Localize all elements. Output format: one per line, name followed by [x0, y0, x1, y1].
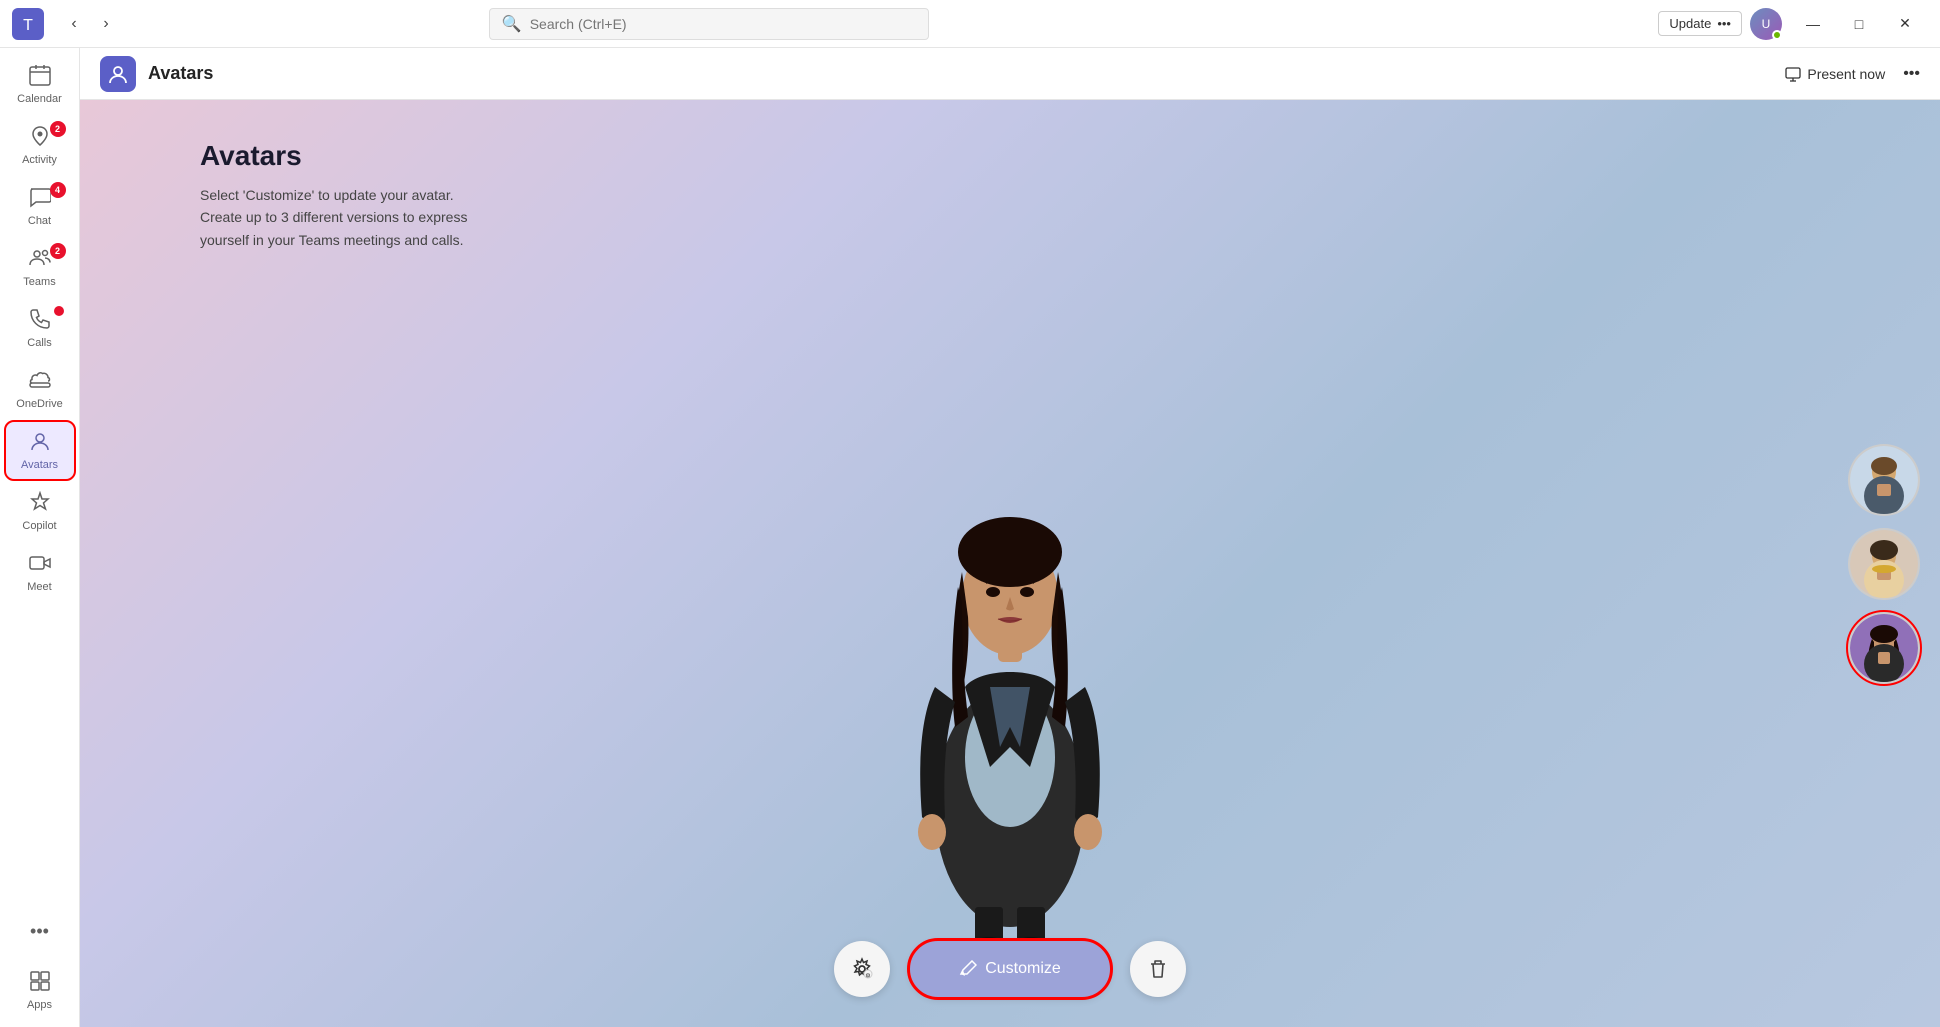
- sidebar-item-meet[interactable]: Meet: [6, 544, 74, 601]
- settings-icon: ⚙: [850, 957, 874, 981]
- avatar-info: Avatars Select 'Customize' to update you…: [200, 140, 467, 251]
- user-avatar[interactable]: U: [1750, 8, 1782, 40]
- avatar-description: Select 'Customize' to update your avatar…: [200, 184, 467, 251]
- chat-badge: 4: [50, 182, 66, 198]
- avatar-variant-2[interactable]: [1848, 528, 1920, 600]
- present-icon: [1785, 66, 1801, 82]
- sidebar-item-calendar[interactable]: Calendar: [6, 56, 74, 113]
- back-button[interactable]: ‹: [60, 10, 88, 38]
- calls-badge: [54, 306, 64, 316]
- teams-badge: 2: [50, 243, 66, 259]
- maximize-button[interactable]: □: [1836, 8, 1882, 40]
- title-bar: T ‹ › 🔍 Update ••• U — □ ✕: [0, 0, 1940, 48]
- sidebar-label-copilot: Copilot: [22, 520, 56, 532]
- sidebar-item-more[interactable]: •••: [6, 905, 74, 958]
- minimize-button[interactable]: —: [1790, 8, 1836, 40]
- delete-button[interactable]: [1130, 941, 1186, 997]
- sidebar-item-avatars[interactable]: Avatars: [6, 422, 74, 479]
- sidebar-label-onedrive: OneDrive: [16, 398, 62, 410]
- sidebar-item-calls[interactable]: Calls: [6, 300, 74, 357]
- nav-buttons: ‹ ›: [60, 10, 120, 38]
- header-right: Present now •••: [1775, 60, 1920, 88]
- sidebar-label-activity: Activity: [22, 154, 57, 166]
- avatar-controls: ⚙ Customize: [834, 941, 1186, 997]
- title-bar-actions: Update ••• U — □ ✕: [1658, 8, 1928, 40]
- teams-icon: [29, 247, 51, 273]
- sidebar-label-meet: Meet: [27, 581, 51, 593]
- sidebar-item-teams[interactable]: 2 Teams: [6, 239, 74, 296]
- avatar-section-title: Avatars: [200, 140, 467, 172]
- pencil-icon: [959, 960, 977, 978]
- user-status-indicator: [1772, 30, 1782, 40]
- page-title: Avatars: [148, 63, 213, 84]
- content-header: Avatars Present now •••: [80, 48, 1940, 100]
- copilot-icon: [29, 491, 51, 517]
- avatar-figure: [880, 387, 1140, 947]
- activity-icon: [29, 125, 51, 151]
- sidebar-label-apps: Apps: [27, 999, 52, 1011]
- update-label: Update: [1669, 16, 1711, 31]
- svg-text:⚙: ⚙: [865, 973, 870, 980]
- avatar-variant-1[interactable]: [1848, 444, 1920, 516]
- delete-icon: [1147, 958, 1169, 980]
- search-icon: 🔍: [502, 14, 522, 34]
- svg-text:T: T: [23, 17, 33, 34]
- window-controls: — □ ✕: [1790, 8, 1928, 40]
- update-more: •••: [1717, 16, 1731, 31]
- more-icon: •••: [22, 913, 57, 950]
- customize-button[interactable]: Customize: [910, 941, 1110, 997]
- customize-label: Customize: [985, 960, 1061, 978]
- sidebar-item-activity[interactable]: 2 Activity: [6, 117, 74, 174]
- sidebar-item-copilot[interactable]: Copilot: [6, 483, 74, 540]
- sidebar: Calendar 2 Activity 4 Chat 2 Teams: [0, 48, 80, 1027]
- calendar-icon: [29, 64, 51, 90]
- present-now-label: Present now: [1807, 66, 1885, 82]
- settings-button[interactable]: ⚙: [834, 941, 890, 997]
- sidebar-item-onedrive[interactable]: OneDrive: [6, 361, 74, 418]
- forward-button[interactable]: ›: [92, 10, 120, 38]
- content-area: Avatars Present now ••• Avatars Select '…: [80, 48, 1940, 1027]
- teams-logo: T: [12, 8, 44, 40]
- avatar-variants-panel: [1848, 444, 1920, 684]
- avatars-icon: [29, 430, 51, 456]
- sidebar-label-avatars: Avatars: [21, 459, 58, 471]
- header-more-button[interactable]: •••: [1903, 65, 1920, 83]
- sidebar-label-calendar: Calendar: [17, 93, 62, 105]
- update-button[interactable]: Update •••: [1658, 11, 1742, 36]
- sidebar-item-apps[interactable]: Apps: [6, 962, 74, 1019]
- chat-icon: [29, 186, 51, 212]
- apps-icon: [29, 970, 51, 996]
- sidebar-label-teams: Teams: [23, 276, 55, 288]
- search-input[interactable]: [530, 16, 916, 32]
- onedrive-icon: [29, 369, 51, 395]
- avatar-variant-3[interactable]: [1848, 612, 1920, 684]
- app-icon: [100, 56, 136, 92]
- calls-icon: [29, 308, 51, 334]
- sidebar-label-chat: Chat: [28, 215, 51, 227]
- sidebar-item-chat[interactable]: 4 Chat: [6, 178, 74, 235]
- activity-badge: 2: [50, 121, 66, 137]
- search-bar[interactable]: 🔍: [489, 8, 929, 40]
- main-layout: Calendar 2 Activity 4 Chat 2 Teams: [0, 48, 1940, 1027]
- meet-icon: [29, 552, 51, 578]
- avatar-canvas: Avatars Select 'Customize' to update you…: [80, 100, 1940, 1027]
- sidebar-label-calls: Calls: [27, 337, 51, 349]
- close-button[interactable]: ✕: [1882, 8, 1928, 40]
- present-now-button[interactable]: Present now: [1775, 60, 1895, 88]
